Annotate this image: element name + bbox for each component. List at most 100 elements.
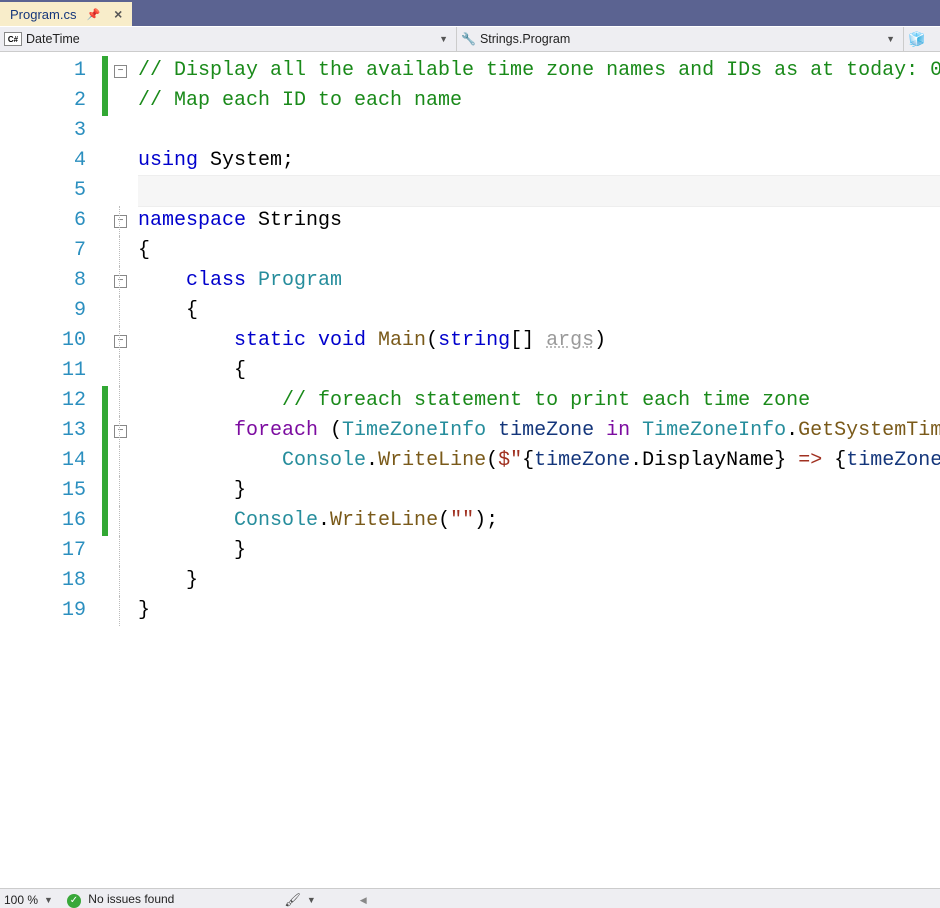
fold-toggle-icon[interactable]: − [114,425,127,438]
fold-guide [119,596,120,626]
code-line[interactable]: Console.WriteLine($"{timeZone.DisplayNam… [138,446,940,476]
fold-toggle-icon[interactable]: − [114,65,127,78]
line-number: 4 [0,146,86,176]
fold-row [102,236,138,266]
issues-status[interactable]: ✓ No issues found [67,892,174,908]
line-number: 15 [0,476,86,506]
code-line[interactable]: { [138,356,940,386]
line-number: 19 [0,596,86,626]
line-number: 12 [0,386,86,416]
token: { [138,239,150,262]
change-marker [102,446,108,476]
fold-guide [119,296,120,326]
line-number: 3 [0,116,86,146]
token: timeZone [534,449,630,472]
token: class [186,269,258,292]
scroll-left-icon[interactable]: ◀ [360,895,367,906]
chevron-down-icon: ▼ [882,34,899,44]
code-line[interactable]: class Program [138,266,940,296]
line-number: 10 [0,326,86,356]
fold-guide [119,476,120,506]
zoom-level-label: 100 % [4,893,38,907]
line-number: 13 [0,416,86,446]
token: } [186,569,198,592]
code-line[interactable]: // foreach statement to print each time … [138,386,940,416]
token: Main [378,329,426,352]
code-editor[interactable]: 12345678910111213141516171819 −−−−− // D… [0,52,940,888]
change-marker [102,476,108,506]
line-number: 7 [0,236,86,266]
token: [] [510,329,546,352]
token: TimeZoneInfo [642,419,786,442]
fold-guide [119,536,120,566]
fold-toggle-icon[interactable]: − [114,275,127,288]
code-line[interactable]: namespace Strings [138,206,940,236]
code-line[interactable]: using System; [138,146,940,176]
code-line[interactable]: static void Main(string[] args) [138,326,940,356]
code-line[interactable] [138,176,940,206]
token: Console [234,509,318,532]
check-circle-icon: ✓ [67,894,81,908]
fold-guide [119,206,120,236]
issues-label: No issues found [88,892,174,906]
code-line[interactable]: foreach (TimeZoneInfo timeZone in TimeZo… [138,416,940,446]
fold-row [102,386,138,416]
line-number: 5 [0,176,86,206]
token: ); [474,509,498,532]
line-number: 6 [0,206,86,236]
token: . [318,509,330,532]
fold-guide [119,416,120,446]
token: timeZone [846,449,940,472]
token: // Display all the available time zone n… [138,59,940,82]
fold-row: − [102,326,138,356]
token: ( [438,509,450,532]
code-text-area[interactable]: // Display all the available time zone n… [138,52,940,888]
fold-margin: − − − − − [102,52,138,888]
code-line[interactable]: Console.WriteLine(""); [138,506,940,536]
fold-row: − [102,206,138,236]
token: args [546,329,594,352]
code-line[interactable]: { [138,296,940,326]
fold-toggle-icon[interactable]: − [114,335,127,348]
zoom-level-dropdown[interactable]: 100 % ▼ [4,893,57,907]
nav-member-dropdown[interactable]: 🔧 Strings.Program ▼ [457,27,904,51]
close-icon[interactable]: × [110,6,126,22]
token: } [234,539,246,562]
token: => [786,449,834,472]
code-line[interactable]: } [138,476,940,506]
file-tab-program-cs[interactable]: Program.cs 📌 × [0,2,132,26]
fold-toggle-icon[interactable]: − [114,215,127,228]
code-line[interactable]: { [138,236,940,266]
line-number: 17 [0,536,86,566]
nav-scope-dropdown[interactable]: 🧊 [904,27,940,51]
fold-row [102,596,138,626]
token: Program [258,269,342,292]
fold-guide [119,356,120,386]
editor-status-bar: 100 % ▼ ✓ No issues found 🖌 ▼ ◀ [0,888,940,908]
fold-row [102,116,138,146]
cube-icon: 🧊 [908,31,925,48]
token: GetSystemTimeZones [798,419,940,442]
code-line[interactable]: } [138,566,940,596]
fold-guide [119,326,120,356]
code-line[interactable] [138,116,940,146]
token: WriteLine [330,509,438,532]
csharp-badge-icon: C# [4,32,22,46]
line-number: 18 [0,566,86,596]
token: Strings [258,209,342,232]
nav-type-dropdown[interactable]: C# DateTime ▼ [0,27,457,51]
token: WriteLine [378,449,486,472]
token: . [366,449,378,472]
change-marker [102,86,108,116]
fold-guide [119,266,120,296]
code-line[interactable]: // Map each ID to each name [138,86,940,116]
code-line[interactable]: // Display all the available time zone n… [138,56,940,86]
line-number: 16 [0,506,86,536]
code-line[interactable]: } [138,536,940,566]
line-number: 11 [0,356,86,386]
pin-icon[interactable]: 📌 [82,8,104,21]
line-number: 1 [0,56,86,86]
code-line[interactable]: } [138,596,940,626]
token: timeZone [498,419,606,442]
cleanup-dropdown[interactable]: 🖌 ▼ [284,892,319,908]
